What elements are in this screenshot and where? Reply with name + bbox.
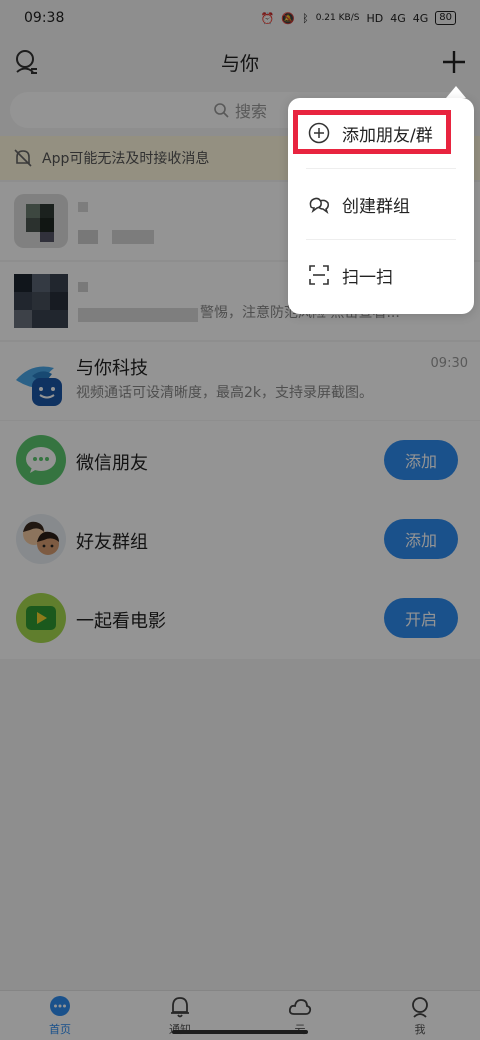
group-chat-icon — [309, 197, 329, 215]
menu-scan-label: 扫一扫 — [342, 267, 393, 288]
menu-create-group[interactable]: 创建群组 — [288, 169, 474, 239]
popup-arrow — [446, 86, 466, 98]
menu-create-group-label: 创建群组 — [342, 196, 410, 217]
menu-scan[interactable]: 扫一扫 — [288, 240, 474, 310]
scan-icon — [309, 265, 329, 285]
highlight-annotation — [293, 110, 451, 154]
